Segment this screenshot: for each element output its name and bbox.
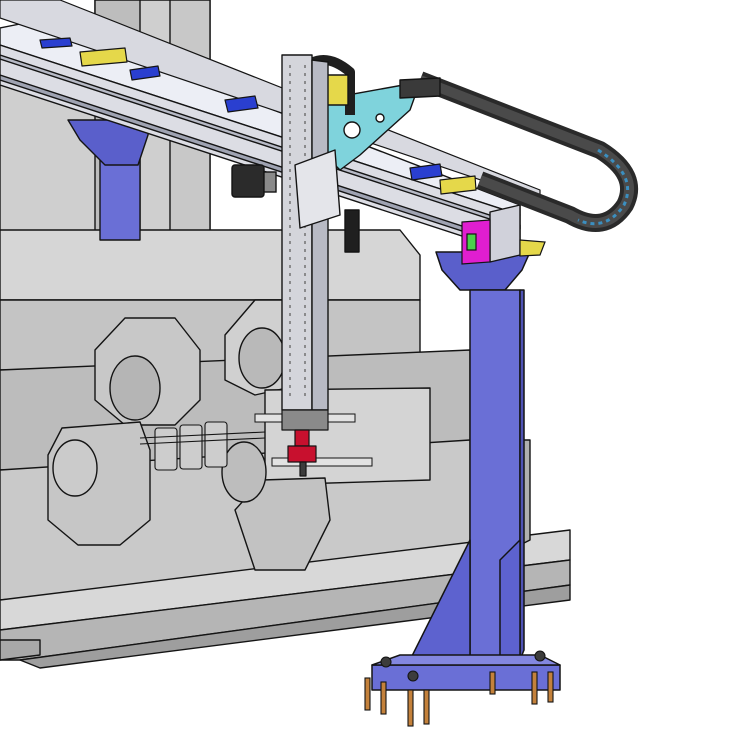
gantry-loader-scene bbox=[0, 0, 638, 727]
